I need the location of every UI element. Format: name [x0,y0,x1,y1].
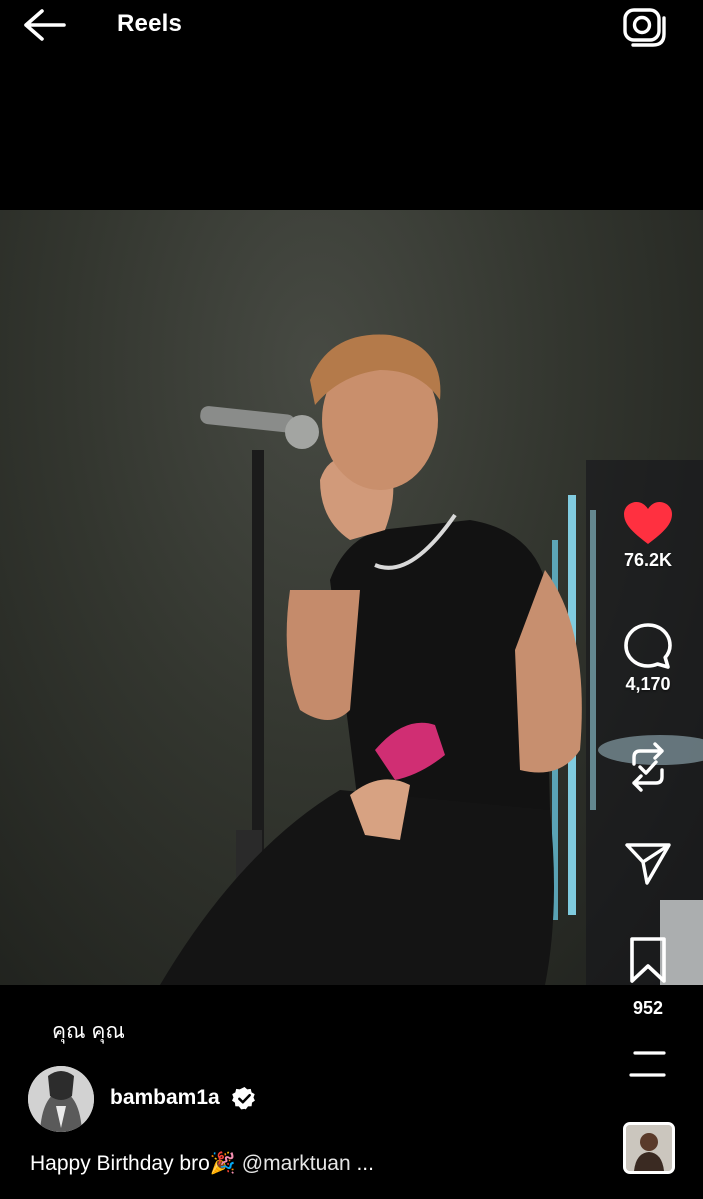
top-bar: Reels [0,0,703,52]
camera-icon[interactable] [620,4,668,48]
back-arrow-icon[interactable] [20,6,68,44]
bookmark-icon [630,937,666,983]
verified-badge-icon [232,1086,257,1111]
paper-plane-icon [625,843,671,885]
comment-bubble-icon [624,623,672,669]
remix-icon [632,742,664,792]
caption-text: Happy Birthday bro🎉 [30,1152,236,1175]
save-count: 952 [632,998,664,1018]
audio-thumbnail[interactable] [623,1122,675,1174]
remix-button[interactable] [612,740,684,794]
caption-ellipsis[interactable]: ... [356,1152,374,1175]
like-button[interactable]: 76.2K [612,500,684,571]
share-button[interactable] [612,840,684,886]
heart-filled-icon [624,502,672,544]
reel-video[interactable] [0,210,703,985]
like-count: 76.2K [623,550,673,570]
save-button[interactable]: 952 [612,936,684,1019]
page-title: Reels [117,10,183,37]
caption-mention[interactable]: @marktuan [242,1152,351,1175]
comment-count: 4,170 [625,674,671,694]
avatar[interactable] [28,1066,94,1132]
caption[interactable]: Happy Birthday bro🎉 @marktuan ... [30,1152,374,1176]
comment-button[interactable]: 4,170 [612,622,684,695]
audio-label[interactable]: คุณ คุณ [52,1015,125,1048]
author-username[interactable]: bambam1a [110,1086,220,1110]
more-lines-icon[interactable] [626,1048,670,1080]
